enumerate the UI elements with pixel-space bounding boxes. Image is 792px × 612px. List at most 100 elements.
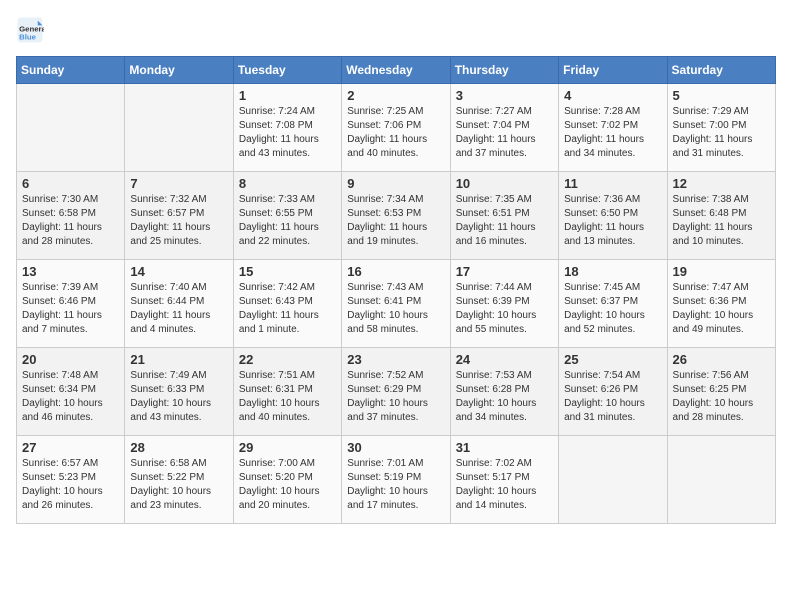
day-info: Sunrise: 7:35 AM Sunset: 6:51 PM Dayligh…	[456, 193, 553, 249]
day-cell: 19 Sunrise: 7:47 AM Sunset: 6:36 PM Dayli…	[667, 260, 775, 348]
day-number: 13	[22, 264, 119, 279]
day-info: Sunrise: 7:53 AM Sunset: 6:28 PM Dayligh…	[456, 369, 553, 425]
day-cell	[17, 84, 125, 172]
col-header-sunday: Sunday	[17, 57, 125, 84]
day-number: 24	[456, 352, 553, 367]
day-cell: 4 Sunrise: 7:28 AM Sunset: 7:02 PM Daylig…	[559, 84, 667, 172]
day-number: 1	[239, 88, 336, 103]
day-info: Sunrise: 7:25 AM Sunset: 7:06 PM Dayligh…	[347, 105, 444, 161]
day-number: 14	[130, 264, 227, 279]
day-number: 31	[456, 440, 553, 455]
day-number: 4	[564, 88, 661, 103]
day-cell	[559, 436, 667, 524]
day-number: 5	[673, 88, 770, 103]
day-info: Sunrise: 7:51 AM Sunset: 6:31 PM Dayligh…	[239, 369, 336, 425]
day-cell: 17Sunrise: 7:44 AM Sunset: 6:39 PM Dayli…	[450, 260, 558, 348]
day-info: Sunrise: 7:34 AM Sunset: 6:53 PM Dayligh…	[347, 193, 444, 249]
day-cell: 13 Sunrise: 7:39 AM Sunset: 6:46 PM Dayli…	[17, 260, 125, 348]
day-info: Sunrise: 7:39 AM Sunset: 6:46 PM Dayligh…	[22, 281, 119, 337]
day-cell: 26 Sunrise: 7:56 AM Sunset: 6:25 PM Dayli…	[667, 348, 775, 436]
day-info: Sunrise: 7:48 AM Sunset: 6:34 PM Dayligh…	[22, 369, 119, 425]
day-info: Sunrise: 6:57 AM Sunset: 5:23 PM Dayligh…	[22, 457, 119, 513]
day-cell: 31 Sunrise: 7:02 AM Sunset: 5:17 PM Dayli…	[450, 436, 558, 524]
week-row-4: 20Sunrise: 7:48 AM Sunset: 6:34 PM Dayli…	[17, 348, 776, 436]
col-header-thursday: Thursday	[450, 57, 558, 84]
day-number: 12	[673, 176, 770, 191]
day-cell: 29 Sunrise: 7:00 AM Sunset: 5:20 PM Dayli…	[233, 436, 341, 524]
day-info: Sunrise: 6:58 AM Sunset: 5:22 PM Dayligh…	[130, 457, 227, 513]
day-cell: 10 Sunrise: 7:35 AM Sunset: 6:51 PM Dayli…	[450, 172, 558, 260]
day-cell: 11 Sunrise: 7:36 AM Sunset: 6:50 PM Dayli…	[559, 172, 667, 260]
day-number: 8	[239, 176, 336, 191]
day-number: 16	[347, 264, 444, 279]
col-header-saturday: Saturday	[667, 57, 775, 84]
day-cell: 14 Sunrise: 7:40 AM Sunset: 6:44 PM Dayli…	[125, 260, 233, 348]
day-info: Sunrise: 7:02 AM Sunset: 5:17 PM Dayligh…	[456, 457, 553, 513]
day-info: Sunrise: 7:24 AM Sunset: 7:08 PM Dayligh…	[239, 105, 336, 161]
day-number: 15	[239, 264, 336, 279]
day-info: Sunrise: 7:42 AM Sunset: 6:43 PM Dayligh…	[239, 281, 336, 337]
day-number: 26	[673, 352, 770, 367]
day-cell: 12Sunrise: 7:38 AM Sunset: 6:48 PM Dayli…	[667, 172, 775, 260]
week-row-3: 13 Sunrise: 7:39 AM Sunset: 6:46 PM Dayli…	[17, 260, 776, 348]
page-header: General Blue	[16, 16, 776, 44]
day-cell: 21Sunrise: 7:49 AM Sunset: 6:33 PM Dayli…	[125, 348, 233, 436]
day-cell: 22 Sunrise: 7:51 AM Sunset: 6:31 PM Dayli…	[233, 348, 341, 436]
day-info: Sunrise: 7:52 AM Sunset: 6:29 PM Dayligh…	[347, 369, 444, 425]
day-info: Sunrise: 7:44 AM Sunset: 6:39 PM Dayligh…	[456, 281, 553, 337]
day-number: 29	[239, 440, 336, 455]
calendar-table: SundayMondayTuesdayWednesdayThursdayFrid…	[16, 56, 776, 524]
day-info: Sunrise: 7:40 AM Sunset: 6:44 PM Dayligh…	[130, 281, 227, 337]
day-number: 7	[130, 176, 227, 191]
day-cell: 5Sunrise: 7:29 AM Sunset: 7:00 PM Daylig…	[667, 84, 775, 172]
week-row-5: 27 Sunrise: 6:57 AM Sunset: 5:23 PM Dayli…	[17, 436, 776, 524]
day-cell: 6 Sunrise: 7:30 AM Sunset: 6:58 PM Daylig…	[17, 172, 125, 260]
day-info: Sunrise: 7:43 AM Sunset: 6:41 PM Dayligh…	[347, 281, 444, 337]
day-cell: 15 Sunrise: 7:42 AM Sunset: 6:43 PM Dayli…	[233, 260, 341, 348]
day-number: 11	[564, 176, 661, 191]
day-number: 30	[347, 440, 444, 455]
header-row: SundayMondayTuesdayWednesdayThursdayFrid…	[17, 57, 776, 84]
col-header-tuesday: Tuesday	[233, 57, 341, 84]
day-number: 19	[673, 264, 770, 279]
day-info: Sunrise: 7:28 AM Sunset: 7:02 PM Dayligh…	[564, 105, 661, 161]
day-number: 3	[456, 88, 553, 103]
day-cell: 23Sunrise: 7:52 AM Sunset: 6:29 PM Dayli…	[342, 348, 450, 436]
day-info: Sunrise: 7:00 AM Sunset: 5:20 PM Dayligh…	[239, 457, 336, 513]
day-cell: 28 Sunrise: 6:58 AM Sunset: 5:22 PM Dayli…	[125, 436, 233, 524]
day-cell: 1 Sunrise: 7:24 AM Sunset: 7:08 PM Daylig…	[233, 84, 341, 172]
day-number: 28	[130, 440, 227, 455]
day-cell: 2 Sunrise: 7:25 AM Sunset: 7:06 PM Daylig…	[342, 84, 450, 172]
day-number: 27	[22, 440, 119, 455]
day-cell: 24 Sunrise: 7:53 AM Sunset: 6:28 PM Dayli…	[450, 348, 558, 436]
day-number: 2	[347, 88, 444, 103]
day-number: 10	[456, 176, 553, 191]
day-cell: 3 Sunrise: 7:27 AM Sunset: 7:04 PM Daylig…	[450, 84, 558, 172]
day-cell: 18 Sunrise: 7:45 AM Sunset: 6:37 PM Dayli…	[559, 260, 667, 348]
day-cell: 16 Sunrise: 7:43 AM Sunset: 6:41 PM Dayli…	[342, 260, 450, 348]
day-info: Sunrise: 7:30 AM Sunset: 6:58 PM Dayligh…	[22, 193, 119, 249]
day-info: Sunrise: 7:54 AM Sunset: 6:26 PM Dayligh…	[564, 369, 661, 425]
day-info: Sunrise: 7:33 AM Sunset: 6:55 PM Dayligh…	[239, 193, 336, 249]
day-info: Sunrise: 7:56 AM Sunset: 6:25 PM Dayligh…	[673, 369, 770, 425]
day-cell: 20Sunrise: 7:48 AM Sunset: 6:34 PM Dayli…	[17, 348, 125, 436]
day-info: Sunrise: 7:32 AM Sunset: 6:57 PM Dayligh…	[130, 193, 227, 249]
day-number: 18	[564, 264, 661, 279]
day-info: Sunrise: 7:36 AM Sunset: 6:50 PM Dayligh…	[564, 193, 661, 249]
day-info: Sunrise: 7:47 AM Sunset: 6:36 PM Dayligh…	[673, 281, 770, 337]
day-number: 22	[239, 352, 336, 367]
day-info: Sunrise: 7:27 AM Sunset: 7:04 PM Dayligh…	[456, 105, 553, 161]
logo-icon: General Blue	[16, 16, 44, 44]
col-header-friday: Friday	[559, 57, 667, 84]
day-number: 6	[22, 176, 119, 191]
col-header-monday: Monday	[125, 57, 233, 84]
day-cell	[125, 84, 233, 172]
week-row-2: 6 Sunrise: 7:30 AM Sunset: 6:58 PM Daylig…	[17, 172, 776, 260]
day-cell: 9Sunrise: 7:34 AM Sunset: 6:53 PM Daylig…	[342, 172, 450, 260]
day-number: 21	[130, 352, 227, 367]
logo: General Blue	[16, 16, 48, 44]
day-info: Sunrise: 7:45 AM Sunset: 6:37 PM Dayligh…	[564, 281, 661, 337]
day-info: Sunrise: 7:01 AM Sunset: 5:19 PM Dayligh…	[347, 457, 444, 513]
svg-text:Blue: Blue	[19, 32, 37, 41]
day-number: 25	[564, 352, 661, 367]
